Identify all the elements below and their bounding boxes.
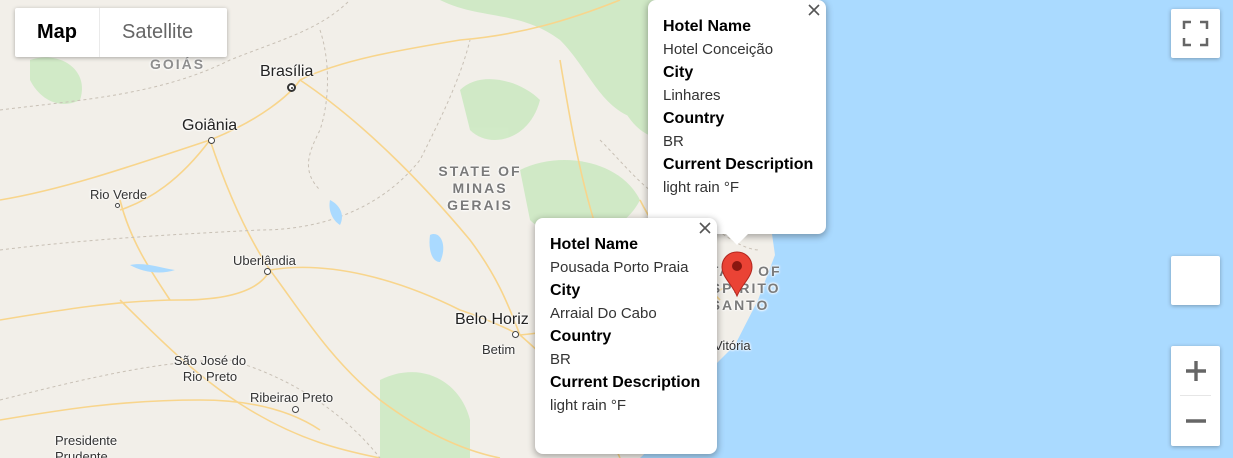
map-pin-marker[interactable] — [720, 250, 754, 298]
map-type-satellite-button[interactable]: Satellite — [99, 8, 215, 57]
city-dot-goiania — [208, 137, 215, 144]
description-label: Current Description — [550, 374, 701, 391]
country-label: Country — [663, 110, 725, 127]
info-window-content: Hotel Name Pousada Porto Praia City Arra… — [550, 233, 700, 417]
description-label: Current Description — [663, 156, 814, 173]
country-value: BR — [663, 133, 684, 150]
map-pin-icon — [721, 251, 753, 298]
minus-icon — [1185, 419, 1206, 423]
close-icon — [808, 4, 820, 16]
info-window-close-button[interactable] — [806, 2, 822, 18]
city-label: City — [663, 64, 694, 81]
zoom-in-button[interactable] — [1171, 346, 1220, 396]
info-window-tail — [725, 233, 749, 245]
region-label-goias: GOIÁS — [150, 56, 206, 72]
info-window-hotel-1: Hotel Name Hotel Conceição City Linhares… — [648, 0, 826, 245]
city-label-betim: Betim — [482, 342, 516, 357]
city-label-ribeirao-preto: Ribeirao Preto — [250, 390, 334, 405]
city-dot-ribeirao-preto — [292, 406, 299, 413]
hotel-name-label: Hotel Name — [550, 236, 639, 253]
map-type-control: Map Satellite — [15, 8, 227, 57]
info-window-content: Hotel Name Hotel Conceição City Linhares… — [663, 15, 813, 199]
city-dot-belo-horizonte — [512, 331, 519, 338]
region-label-minas-gerais: STATE OF MINAS GERAIS — [438, 163, 522, 213]
description-value: light rain °F — [550, 397, 627, 414]
street-view-control[interactable] — [1171, 256, 1220, 305]
city-label: City — [550, 282, 581, 299]
city-dot-brasilia — [287, 83, 296, 92]
info-window-hotel-2: Hotel Name Pousada Porto Praia City Arra… — [535, 218, 717, 454]
country-value: BR — [550, 351, 571, 368]
plus-icon — [1185, 361, 1206, 381]
info-window-close-button[interactable] — [697, 220, 713, 236]
hotel-name-value: Hotel Conceição — [663, 41, 774, 58]
city-label-goiania: Goiânia — [182, 117, 238, 134]
fullscreen-icon — [1182, 20, 1209, 47]
map-type-map-button[interactable]: Map — [15, 8, 99, 57]
city-label-rio-verde: Rio Verde — [90, 187, 148, 202]
city-label-uberlandia: Uberlândia — [233, 253, 296, 268]
city-label-vitoria: Vitória — [714, 338, 751, 353]
zoom-control — [1171, 346, 1220, 446]
city-value: Linhares — [663, 87, 721, 104]
hotel-name-value: Pousada Porto Praia — [550, 259, 689, 276]
city-label-brasilia: Brasília — [260, 63, 314, 80]
zoom-out-button[interactable] — [1171, 396, 1220, 446]
city-dot-rio-verde — [115, 203, 120, 208]
hotel-name-label: Hotel Name — [663, 18, 752, 35]
country-label: Country — [550, 328, 612, 345]
city-label-sao-jose: São José do Rio Preto — [173, 353, 247, 384]
zoom-divider — [1180, 395, 1211, 396]
city-label-presidente: Presidente Prudente — [55, 433, 118, 458]
description-value: light rain °F — [663, 179, 740, 196]
close-icon — [699, 222, 711, 234]
city-dot-uberlandia — [264, 268, 271, 275]
city-label-belo-horizonte: Belo Horiz — [455, 311, 529, 328]
fullscreen-button[interactable] — [1171, 9, 1220, 58]
city-value: Arraial Do Cabo — [550, 305, 657, 322]
